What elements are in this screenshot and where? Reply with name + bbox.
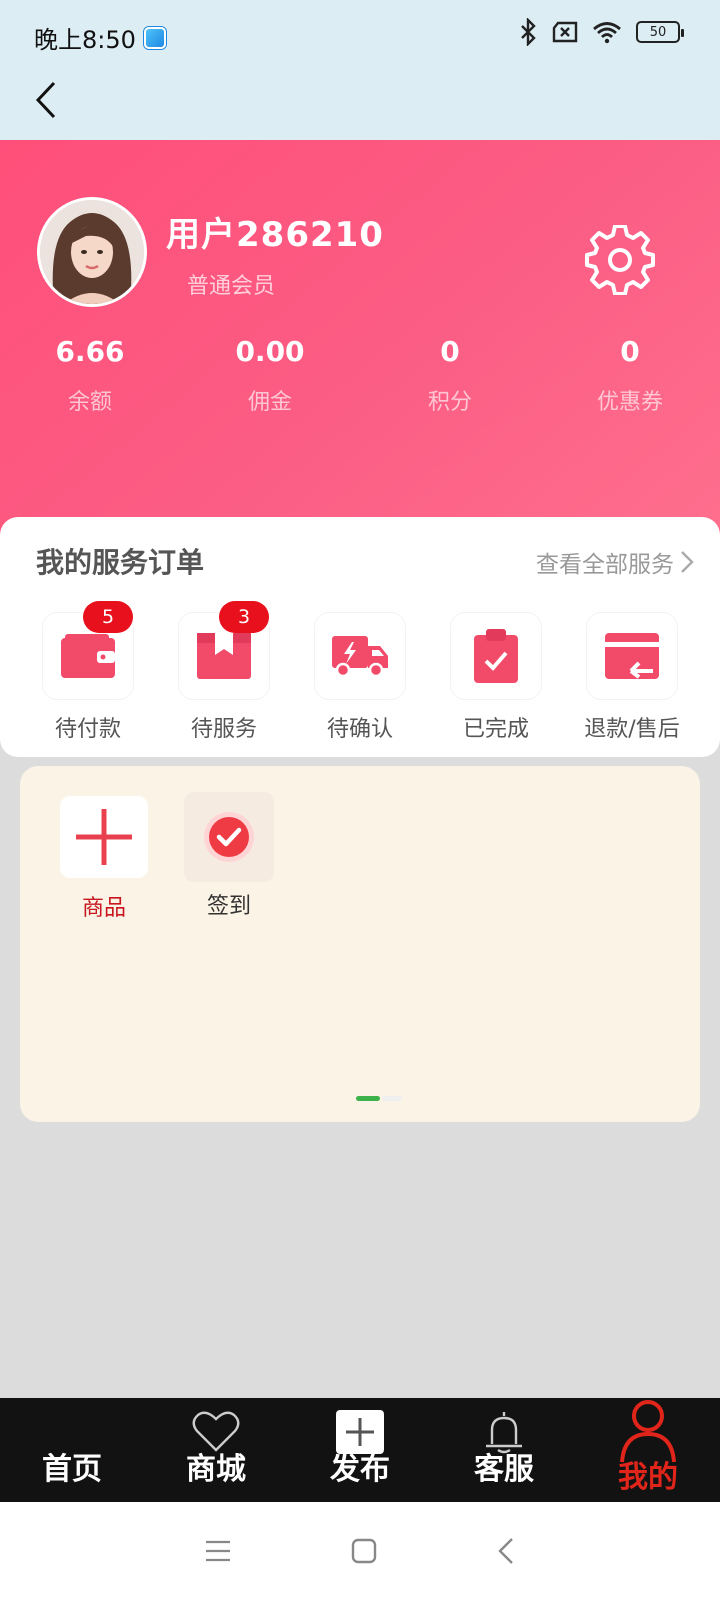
order-refund[interactable]: 退款/售后 xyxy=(564,613,700,743)
settings-button[interactable] xyxy=(585,224,655,296)
battery-level: 50 xyxy=(649,24,667,40)
stat-label: 优惠券 xyxy=(596,390,663,415)
chevron-left-icon xyxy=(35,81,56,119)
gear-icon xyxy=(585,224,655,296)
page-dot xyxy=(382,1096,402,1101)
clipboard-check-icon xyxy=(474,629,518,683)
stat-commission[interactable]: 0.00 佣金 xyxy=(180,335,360,416)
avatar[interactable] xyxy=(37,197,147,307)
tool-products[interactable]: 商品 xyxy=(60,796,148,922)
status-icons: 50 xyxy=(518,18,684,46)
battery-icon: 50 xyxy=(636,21,684,43)
order-icon-box xyxy=(587,613,677,699)
stat-points[interactable]: 0 积分 xyxy=(360,335,540,416)
status-time: 晚上8:50 xyxy=(34,26,136,54)
order-pending-confirm[interactable]: 待确认 xyxy=(292,613,428,743)
service-orders-card: 我的服务订单 查看全部服务 5 待付款 3 待服务 待确认 已完成 退款/售后 xyxy=(0,517,720,757)
check-circle-icon xyxy=(204,812,254,862)
stat-label: 积分 xyxy=(427,390,472,415)
tool-icon-box xyxy=(184,792,274,882)
tool-checkin[interactable]: 签到 xyxy=(184,792,274,920)
view-all-services-link[interactable]: 查看全部服务 xyxy=(536,545,694,579)
wallet-icon xyxy=(61,634,115,678)
page-dot-active xyxy=(356,1096,380,1101)
stat-value: 0.00 xyxy=(235,335,305,368)
tool-label: 签到 xyxy=(206,894,251,919)
app-notification-icon xyxy=(143,26,166,49)
nav-label: 发布 xyxy=(330,1452,390,1487)
order-label: 待确认 xyxy=(326,717,393,742)
nav-label: 商城 xyxy=(186,1452,246,1487)
avatar-image xyxy=(40,200,144,304)
system-nav-bar xyxy=(0,1502,720,1600)
stat-value: 0 xyxy=(620,335,640,368)
wifi-icon xyxy=(593,22,621,44)
chevron-right-icon xyxy=(681,551,694,573)
username: 用户286210 xyxy=(166,215,384,255)
sim-off-icon xyxy=(552,21,578,43)
member-level: 普通会员 xyxy=(187,274,276,299)
nav-publish[interactable]: 发布 xyxy=(288,1398,432,1502)
truck-icon xyxy=(332,636,388,678)
order-completed[interactable]: 已完成 xyxy=(428,613,564,743)
order-label: 待付款 xyxy=(54,717,121,742)
status-time-group: 晚上8:50 xyxy=(34,20,166,55)
nav-mine[interactable]: 我的 xyxy=(576,1398,720,1502)
stat-label: 佣金 xyxy=(247,390,292,415)
order-icon-box xyxy=(315,613,405,699)
plus-icon xyxy=(76,809,132,865)
bluetooth-icon xyxy=(521,18,536,46)
back-button[interactable] xyxy=(26,78,66,122)
bottom-nav: 首页 商城 发布 客服 我的 xyxy=(0,1398,720,1502)
nav-label: 客服 xyxy=(474,1452,534,1487)
status-bar: 晚上8:50 50 xyxy=(0,0,720,140)
stat-balance[interactable]: 6.66 余额 xyxy=(0,335,180,416)
stat-value: 6.66 xyxy=(55,335,125,368)
order-icon-box xyxy=(451,613,541,699)
tool-label: 商品 xyxy=(81,896,126,921)
order-pending-payment[interactable]: 5 待付款 xyxy=(20,601,156,743)
box-icon xyxy=(197,633,251,679)
page-indicator xyxy=(356,1096,402,1101)
order-status-row: 5 待付款 3 待服务 待确认 已完成 退款/售后 xyxy=(0,601,720,743)
tools-grid: 商品 签到 xyxy=(20,766,700,1122)
menu-icon[interactable] xyxy=(205,1540,231,1562)
nav-label: 首页 xyxy=(42,1452,102,1487)
tool-icon-box xyxy=(60,796,148,878)
order-pending-service[interactable]: 3 待服务 xyxy=(156,601,292,743)
stat-value: 0 xyxy=(440,335,460,368)
stat-coupons[interactable]: 0 优惠券 xyxy=(540,335,720,416)
notification-badge: 5 xyxy=(83,601,133,633)
order-label: 退款/售后 xyxy=(584,717,680,742)
nav-home[interactable]: 首页 xyxy=(0,1398,144,1502)
nav-label: 我的 xyxy=(618,1460,678,1495)
back-triangle-icon[interactable] xyxy=(497,1537,515,1565)
stat-label: 余额 xyxy=(67,390,112,415)
home-square-icon[interactable] xyxy=(351,1538,377,1564)
order-label: 待服务 xyxy=(190,717,257,742)
nav-support[interactable]: 客服 xyxy=(432,1398,576,1502)
stats-row: 6.66 余额 0.00 佣金 0 积分 0 优惠券 xyxy=(0,335,720,416)
notification-badge: 3 xyxy=(219,601,269,633)
orders-title: 我的服务订单 xyxy=(36,546,205,579)
refund-icon xyxy=(605,633,659,679)
profile-header: 用户286210 普通会员 6.66 余额 0.00 佣金 0 积分 0 优惠券 xyxy=(0,140,720,540)
nav-mall[interactable]: 商城 xyxy=(144,1398,288,1502)
view-all-label: 查看全部服务 xyxy=(536,552,674,578)
order-label: 已完成 xyxy=(462,717,529,742)
